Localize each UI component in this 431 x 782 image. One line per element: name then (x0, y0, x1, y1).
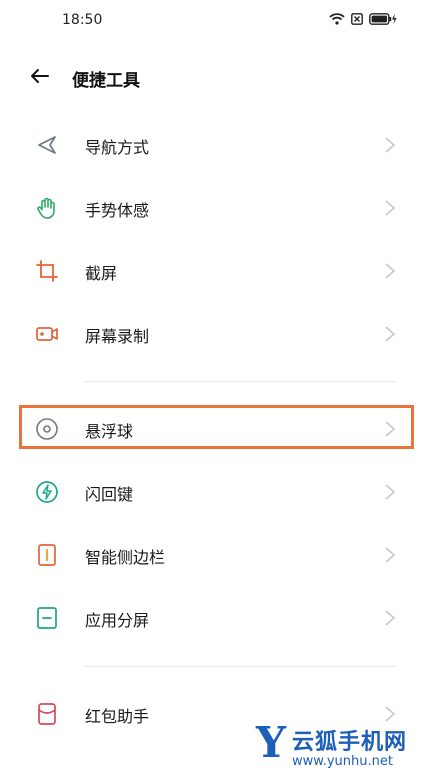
watermark-url: www.yunhu.net (292, 754, 393, 769)
smart-sidebar-icon (38, 544, 56, 566)
hand-gesture-icon (37, 197, 55, 219)
list-item-label: 智能侧边栏 (85, 548, 166, 567)
list-item-split-screen[interactable]: 应用分屏 (0, 587, 431, 649)
chevron-right-icon (385, 263, 396, 279)
chevron-right-icon (385, 137, 396, 153)
wifi-icon (329, 13, 345, 25)
list-item-screen-record[interactable]: 屏幕录制 (0, 303, 431, 365)
list-item-label: 导航方式 (85, 138, 150, 157)
screen-record-icon (36, 327, 58, 341)
list-item-navigation[interactable]: 导航方式 (0, 114, 431, 176)
chevron-right-icon (385, 326, 396, 342)
flash-back-icon (36, 481, 58, 503)
chevron-right-icon (385, 547, 396, 563)
highlight-box (19, 405, 414, 449)
header: 便捷工具 (0, 56, 431, 100)
chevron-right-icon (385, 610, 396, 626)
back-arrow-icon[interactable] (28, 64, 52, 88)
split-screen-icon (37, 607, 57, 629)
list-item-label: 截屏 (85, 264, 118, 283)
page-title: 便捷工具 (72, 71, 140, 91)
list-item-label: 手势体感 (85, 201, 150, 220)
navigation-arrow-icon (38, 136, 56, 154)
list-item-gesture[interactable]: 手势体感 (0, 177, 431, 239)
crop-screenshot-icon (36, 260, 58, 282)
watermark-text: 云狐手机网 (292, 730, 408, 755)
list-item-flash-back[interactable]: 闪回键 (0, 461, 431, 523)
status-icons (329, 13, 397, 25)
section-divider (84, 666, 396, 667)
watermark-logo: Y (256, 718, 286, 767)
list-item-smart-sidebar[interactable]: 智能侧边栏 (0, 524, 431, 586)
chevron-right-icon (385, 200, 396, 216)
battery-charging-icon (369, 13, 397, 25)
list-item-label: 红包助手 (85, 707, 150, 726)
status-bar: 18:50 (0, 0, 431, 42)
list-item-label: 闪回键 (85, 485, 134, 504)
list-item-label: 应用分屏 (85, 611, 150, 630)
red-envelope-icon (38, 703, 56, 725)
list-item-label: 屏幕录制 (85, 327, 150, 346)
watermark: Y 云狐手机网 www.yunhu.net (256, 714, 426, 780)
list-item-screenshot[interactable]: 截屏 (0, 240, 431, 302)
section-divider (84, 381, 396, 382)
no-sim-icon (351, 13, 363, 25)
status-time: 18:50 (62, 12, 103, 28)
chevron-right-icon (385, 484, 396, 500)
